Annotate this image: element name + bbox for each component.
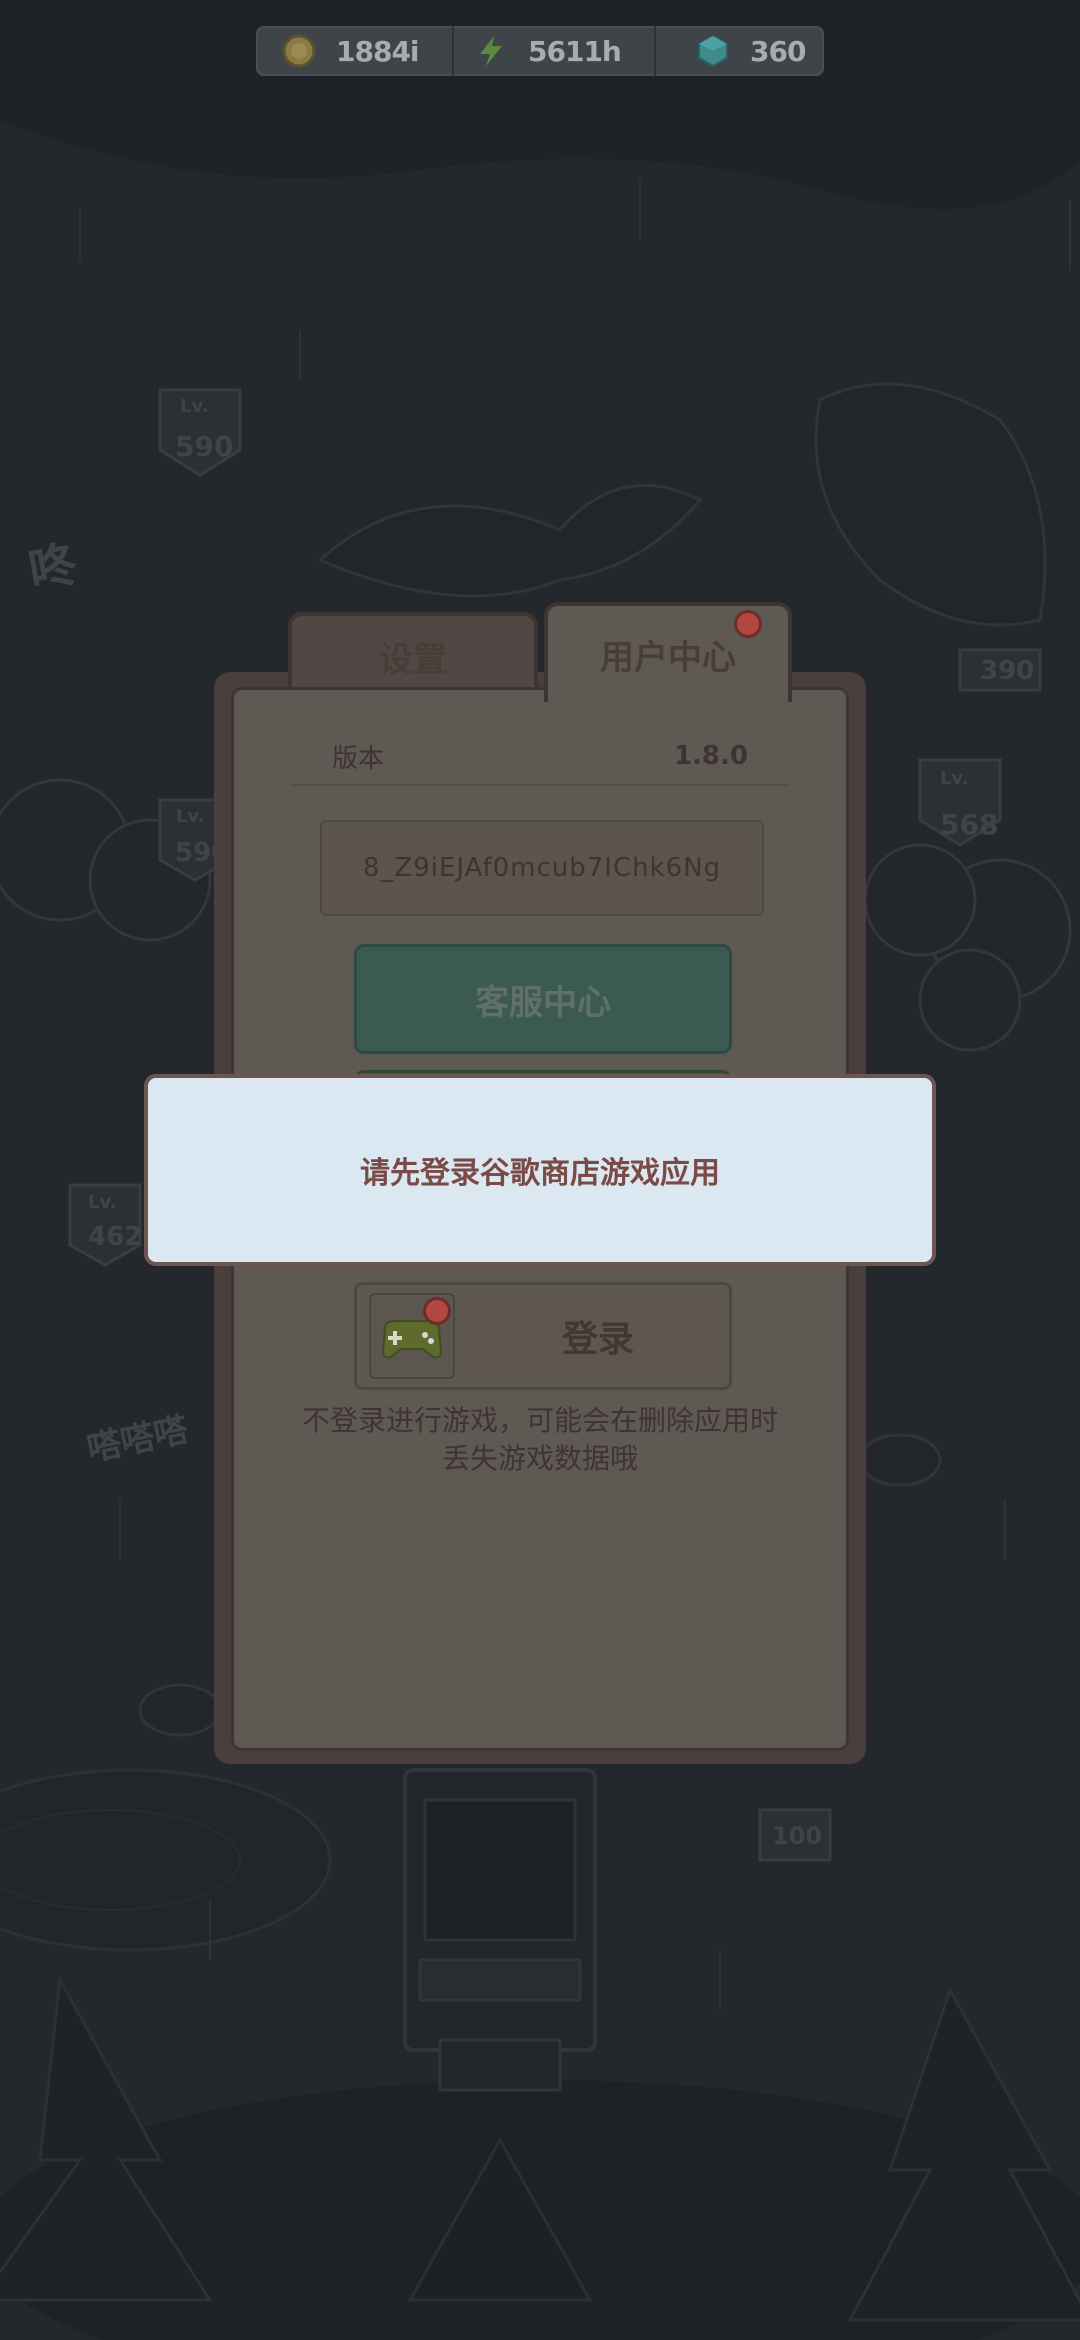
google-play-games-icon-box xyxy=(369,1293,455,1379)
user-id-text: 8_Z9iEJAf0mcub7IChk6Ng xyxy=(362,853,722,883)
coin-value: 1884i xyxy=(336,34,420,68)
energy-value: 5611h xyxy=(528,34,622,68)
tab-settings-label: 设置 xyxy=(379,639,447,680)
login-warning-line: 不登录进行游戏，可能会在删除应用时 xyxy=(301,1404,778,1437)
login-label: 登录 xyxy=(561,1319,634,1360)
lightning-icon xyxy=(480,36,502,66)
game-screen: Lv. 590 Lv. 590 390 Lv. 568 Lv. 462 100 … xyxy=(0,0,1080,2340)
login-warning-line: 丢失游戏数据哦 xyxy=(441,1442,638,1475)
gem-value: 360 xyxy=(750,34,806,68)
customer-service-label: 客服中心 xyxy=(475,982,611,1023)
tab-settings[interactable]: 设置 xyxy=(288,612,538,696)
gem-counter[interactable]: 360 xyxy=(654,26,824,76)
energy-counter[interactable]: 5611h xyxy=(452,26,654,76)
notification-dot xyxy=(734,610,762,638)
coin-counter[interactable]: 1884i xyxy=(256,26,452,76)
version-row: 版本 1.8.0 xyxy=(290,728,790,786)
google-login-button[interactable]: 登录 xyxy=(354,1282,732,1390)
version-value: 1.8.0 xyxy=(673,741,748,771)
gem-icon xyxy=(698,34,728,68)
notification-dot xyxy=(423,1297,451,1325)
tab-user-center-label: 用户中心 xyxy=(600,637,736,678)
toast-dialog[interactable]: 请先登录谷歌商店游戏应用 xyxy=(144,1074,936,1266)
toast-message: 请先登录谷歌商店游戏应用 xyxy=(360,1156,720,1191)
tab-user-center[interactable]: 用户中心 xyxy=(544,602,792,702)
resource-bar: 1884i 5611h 360 xyxy=(256,26,824,76)
login-warning-text: 不登录进行游戏，可能会在删除应用时 丢失游戏数据哦 xyxy=(240,1402,840,1478)
user-id-field[interactable]: 8_Z9iEJAf0mcub7IChk6Ng xyxy=(320,820,764,916)
customer-service-button[interactable]: 客服中心 xyxy=(354,944,732,1054)
version-label: 版本 xyxy=(332,743,385,774)
coin-icon xyxy=(282,34,316,68)
